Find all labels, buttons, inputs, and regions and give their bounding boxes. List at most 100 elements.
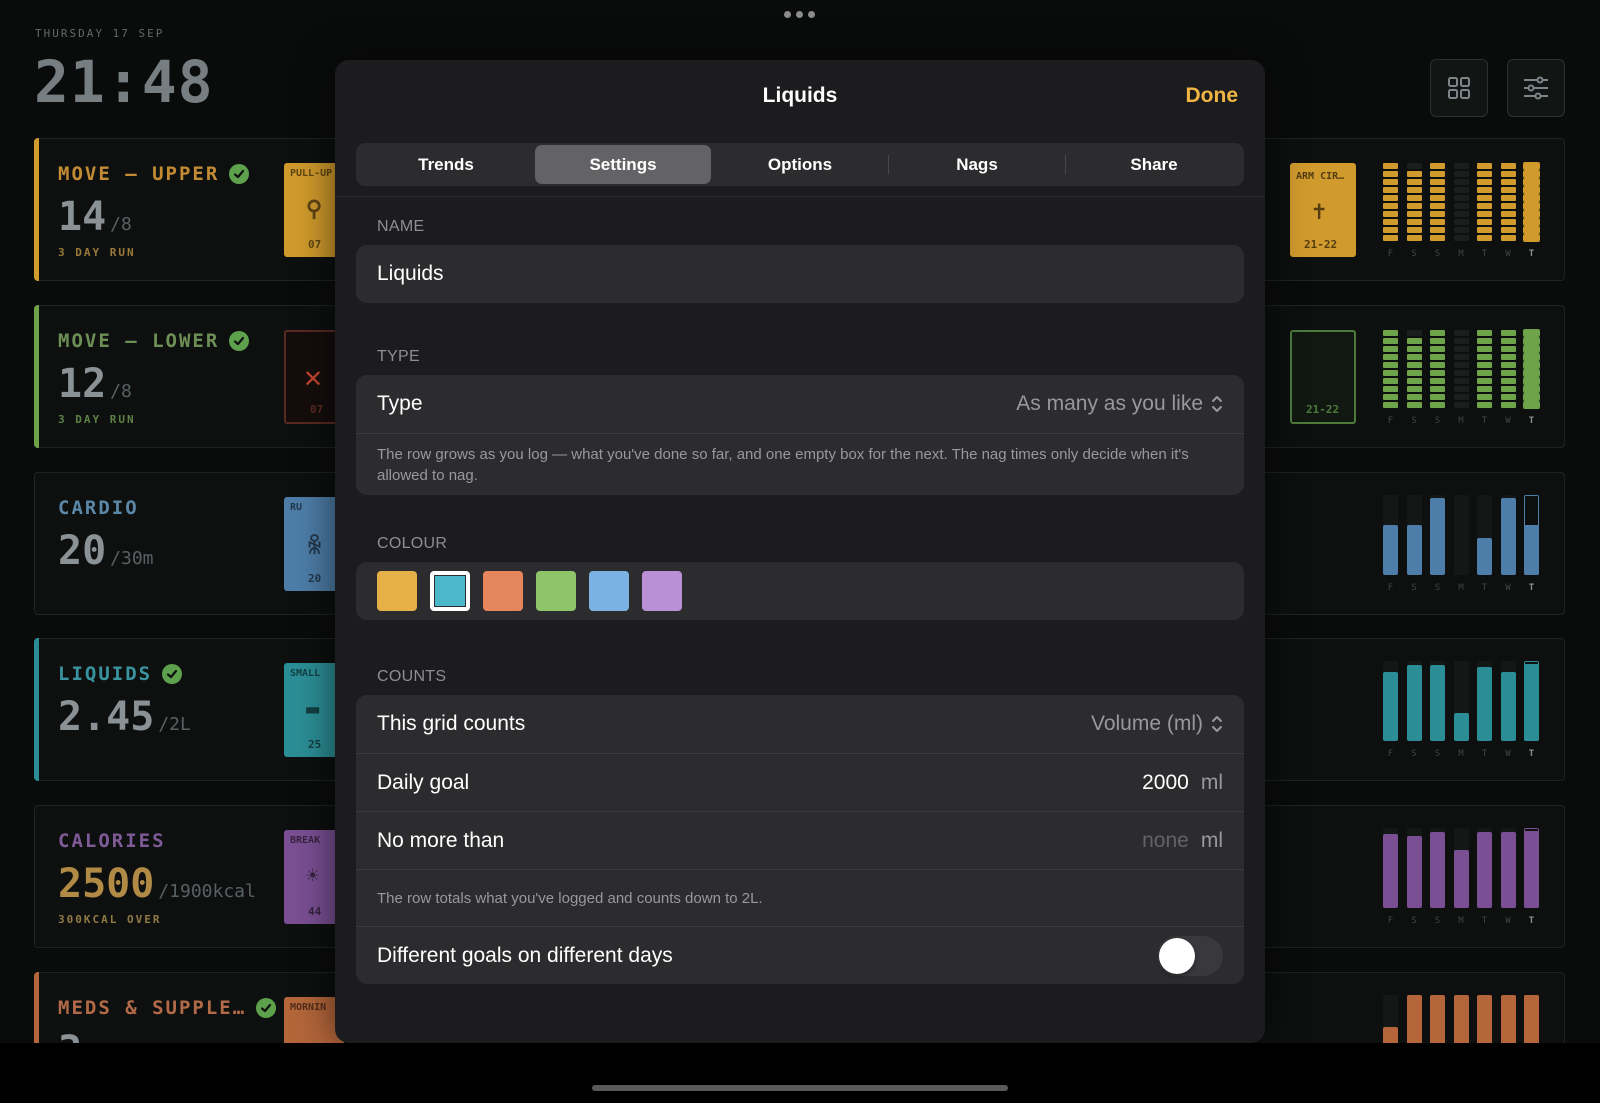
chart-bar-segment xyxy=(1430,235,1445,241)
card-title: CALORIES xyxy=(58,830,166,852)
chart-bar-segment xyxy=(1453,330,1469,336)
chart-bar xyxy=(1524,525,1539,575)
chart-bar-segment xyxy=(1523,337,1540,345)
different-goals-toggle[interactable] xyxy=(1157,935,1223,976)
chart-bar-segment xyxy=(1383,235,1398,241)
chart-bar-segment xyxy=(1477,354,1492,360)
type-value: As many as you like xyxy=(1016,392,1203,415)
chart-bar-segment xyxy=(1477,227,1492,233)
card-value-target: /1900kcal xyxy=(158,881,256,902)
chart-bar-segment xyxy=(1406,171,1422,177)
done-button[interactable]: Done xyxy=(1186,84,1239,108)
grid-counts-picker[interactable]: Volume (ml) xyxy=(1091,712,1223,736)
chart-day-label: W xyxy=(1505,583,1511,593)
chart-day-label: S xyxy=(1434,916,1441,926)
chart-bar-segment xyxy=(1383,330,1398,336)
colour-swatch-list xyxy=(356,562,1244,620)
chart-bar xyxy=(1524,664,1539,741)
name-section-header: NAME xyxy=(377,218,425,235)
tab-share[interactable]: Share xyxy=(1066,145,1242,184)
name-row xyxy=(356,245,1244,303)
chart-bar-segment xyxy=(1453,187,1469,193)
chart-day-label: F xyxy=(1387,916,1394,926)
chart-bar-segment xyxy=(1523,401,1540,409)
chart-bar-segment xyxy=(1430,227,1445,233)
type-row[interactable]: Type As many as you like xyxy=(356,375,1244,433)
card-value-target: /8 xyxy=(110,381,132,402)
check-circle-icon xyxy=(229,331,250,351)
chart-bar xyxy=(1477,832,1492,908)
card-value-number: 14 xyxy=(58,194,107,240)
chip-count: 44 xyxy=(308,905,322,918)
chart-bar-segment xyxy=(1453,386,1469,392)
chart-bar-segment xyxy=(1430,394,1445,400)
chip-count: 21-22 xyxy=(1306,403,1340,416)
different-goals-label: Different goals on different days xyxy=(377,943,673,967)
chart-bar-segment xyxy=(1406,330,1422,336)
home-indicator[interactable] xyxy=(592,1085,1008,1091)
chart-bar-segment xyxy=(1453,354,1469,360)
card-title: MEDS & SUPPLE… xyxy=(58,997,277,1019)
chart-bar-segment xyxy=(1453,171,1469,177)
name-input[interactable] xyxy=(377,262,1223,286)
chart-bar-segment xyxy=(1453,338,1469,344)
chart-bar-segment xyxy=(1477,402,1492,408)
chart-bar-segment xyxy=(1477,330,1492,336)
chart-bar xyxy=(1406,525,1422,575)
card-value-number: 12 xyxy=(58,361,107,407)
chart-bar-segment xyxy=(1430,362,1445,368)
chart-bar-segment xyxy=(1500,378,1516,384)
colour-swatch[interactable] xyxy=(377,571,417,611)
colour-swatch[interactable] xyxy=(536,571,576,611)
chart-bar-segment xyxy=(1430,386,1445,392)
chart-day-label: M xyxy=(1458,916,1464,926)
chart-bar-segment xyxy=(1453,370,1469,376)
type-picker[interactable]: As many as you like xyxy=(1016,392,1223,416)
chart-bar-segment xyxy=(1430,163,1445,169)
chart-bar-segment xyxy=(1406,187,1422,193)
chip-label: ARM CIR… xyxy=(1296,171,1345,182)
chart-bar-segment xyxy=(1523,202,1540,210)
chart-bar-segment xyxy=(1430,370,1445,376)
colour-swatch[interactable] xyxy=(642,571,682,611)
chart-bar-segment xyxy=(1430,219,1445,225)
multitasking-dots-icon[interactable] xyxy=(784,11,816,18)
chart-bar xyxy=(1406,665,1422,741)
tab-settings[interactable]: Settings xyxy=(535,145,711,184)
tab-trends[interactable]: Trends xyxy=(358,145,534,184)
tab-nags[interactable]: Nags xyxy=(889,145,1065,184)
card-title-text: MOVE — LOWER xyxy=(58,330,220,352)
max-field[interactable]: none xyxy=(1142,829,1189,853)
card-accent xyxy=(34,305,39,448)
chart-bar-segment xyxy=(1500,394,1516,400)
sheet-title: Liquids xyxy=(762,84,838,107)
card-entry-chip[interactable]: 21-22 xyxy=(1290,330,1356,424)
max-unit: ml xyxy=(1200,828,1223,852)
card-entry-chip[interactable]: ARM CIR… ✝ 21-22 xyxy=(1290,163,1356,257)
colour-swatch[interactable] xyxy=(589,571,629,611)
colour-swatch[interactable] xyxy=(483,571,523,611)
grid-counts-row[interactable]: This grid counts Volume (ml) xyxy=(356,695,1244,753)
chart-bar-segment xyxy=(1430,330,1445,336)
chart-bar-segment xyxy=(1500,179,1516,185)
sliders-icon xyxy=(1524,76,1548,100)
chart-day-label: T xyxy=(1528,249,1535,259)
card-value: 12/8 xyxy=(58,361,132,407)
filters-button[interactable] xyxy=(1507,59,1565,117)
chart-bar-segment xyxy=(1406,338,1422,344)
chart-bar-segment xyxy=(1453,394,1469,400)
chart-bar-segment xyxy=(1477,171,1492,177)
chip-icon: ▬ xyxy=(306,697,320,722)
daily-goal-field[interactable]: 2000 xyxy=(1142,771,1189,795)
chart-bar-segment xyxy=(1406,163,1422,169)
chart-bar-segment xyxy=(1523,329,1540,337)
tab-options[interactable]: Options xyxy=(712,145,888,184)
card-value: 20/30m xyxy=(58,528,154,574)
chart-bar-segment xyxy=(1477,203,1492,209)
chip-count: 07 xyxy=(308,238,322,251)
card-title: MOVE — UPPER xyxy=(58,163,250,185)
chart-bar-segment xyxy=(1523,385,1540,393)
colour-swatch[interactable] xyxy=(430,571,470,611)
grid-view-button[interactable] xyxy=(1430,59,1488,117)
chart-bar-segment xyxy=(1500,211,1516,217)
